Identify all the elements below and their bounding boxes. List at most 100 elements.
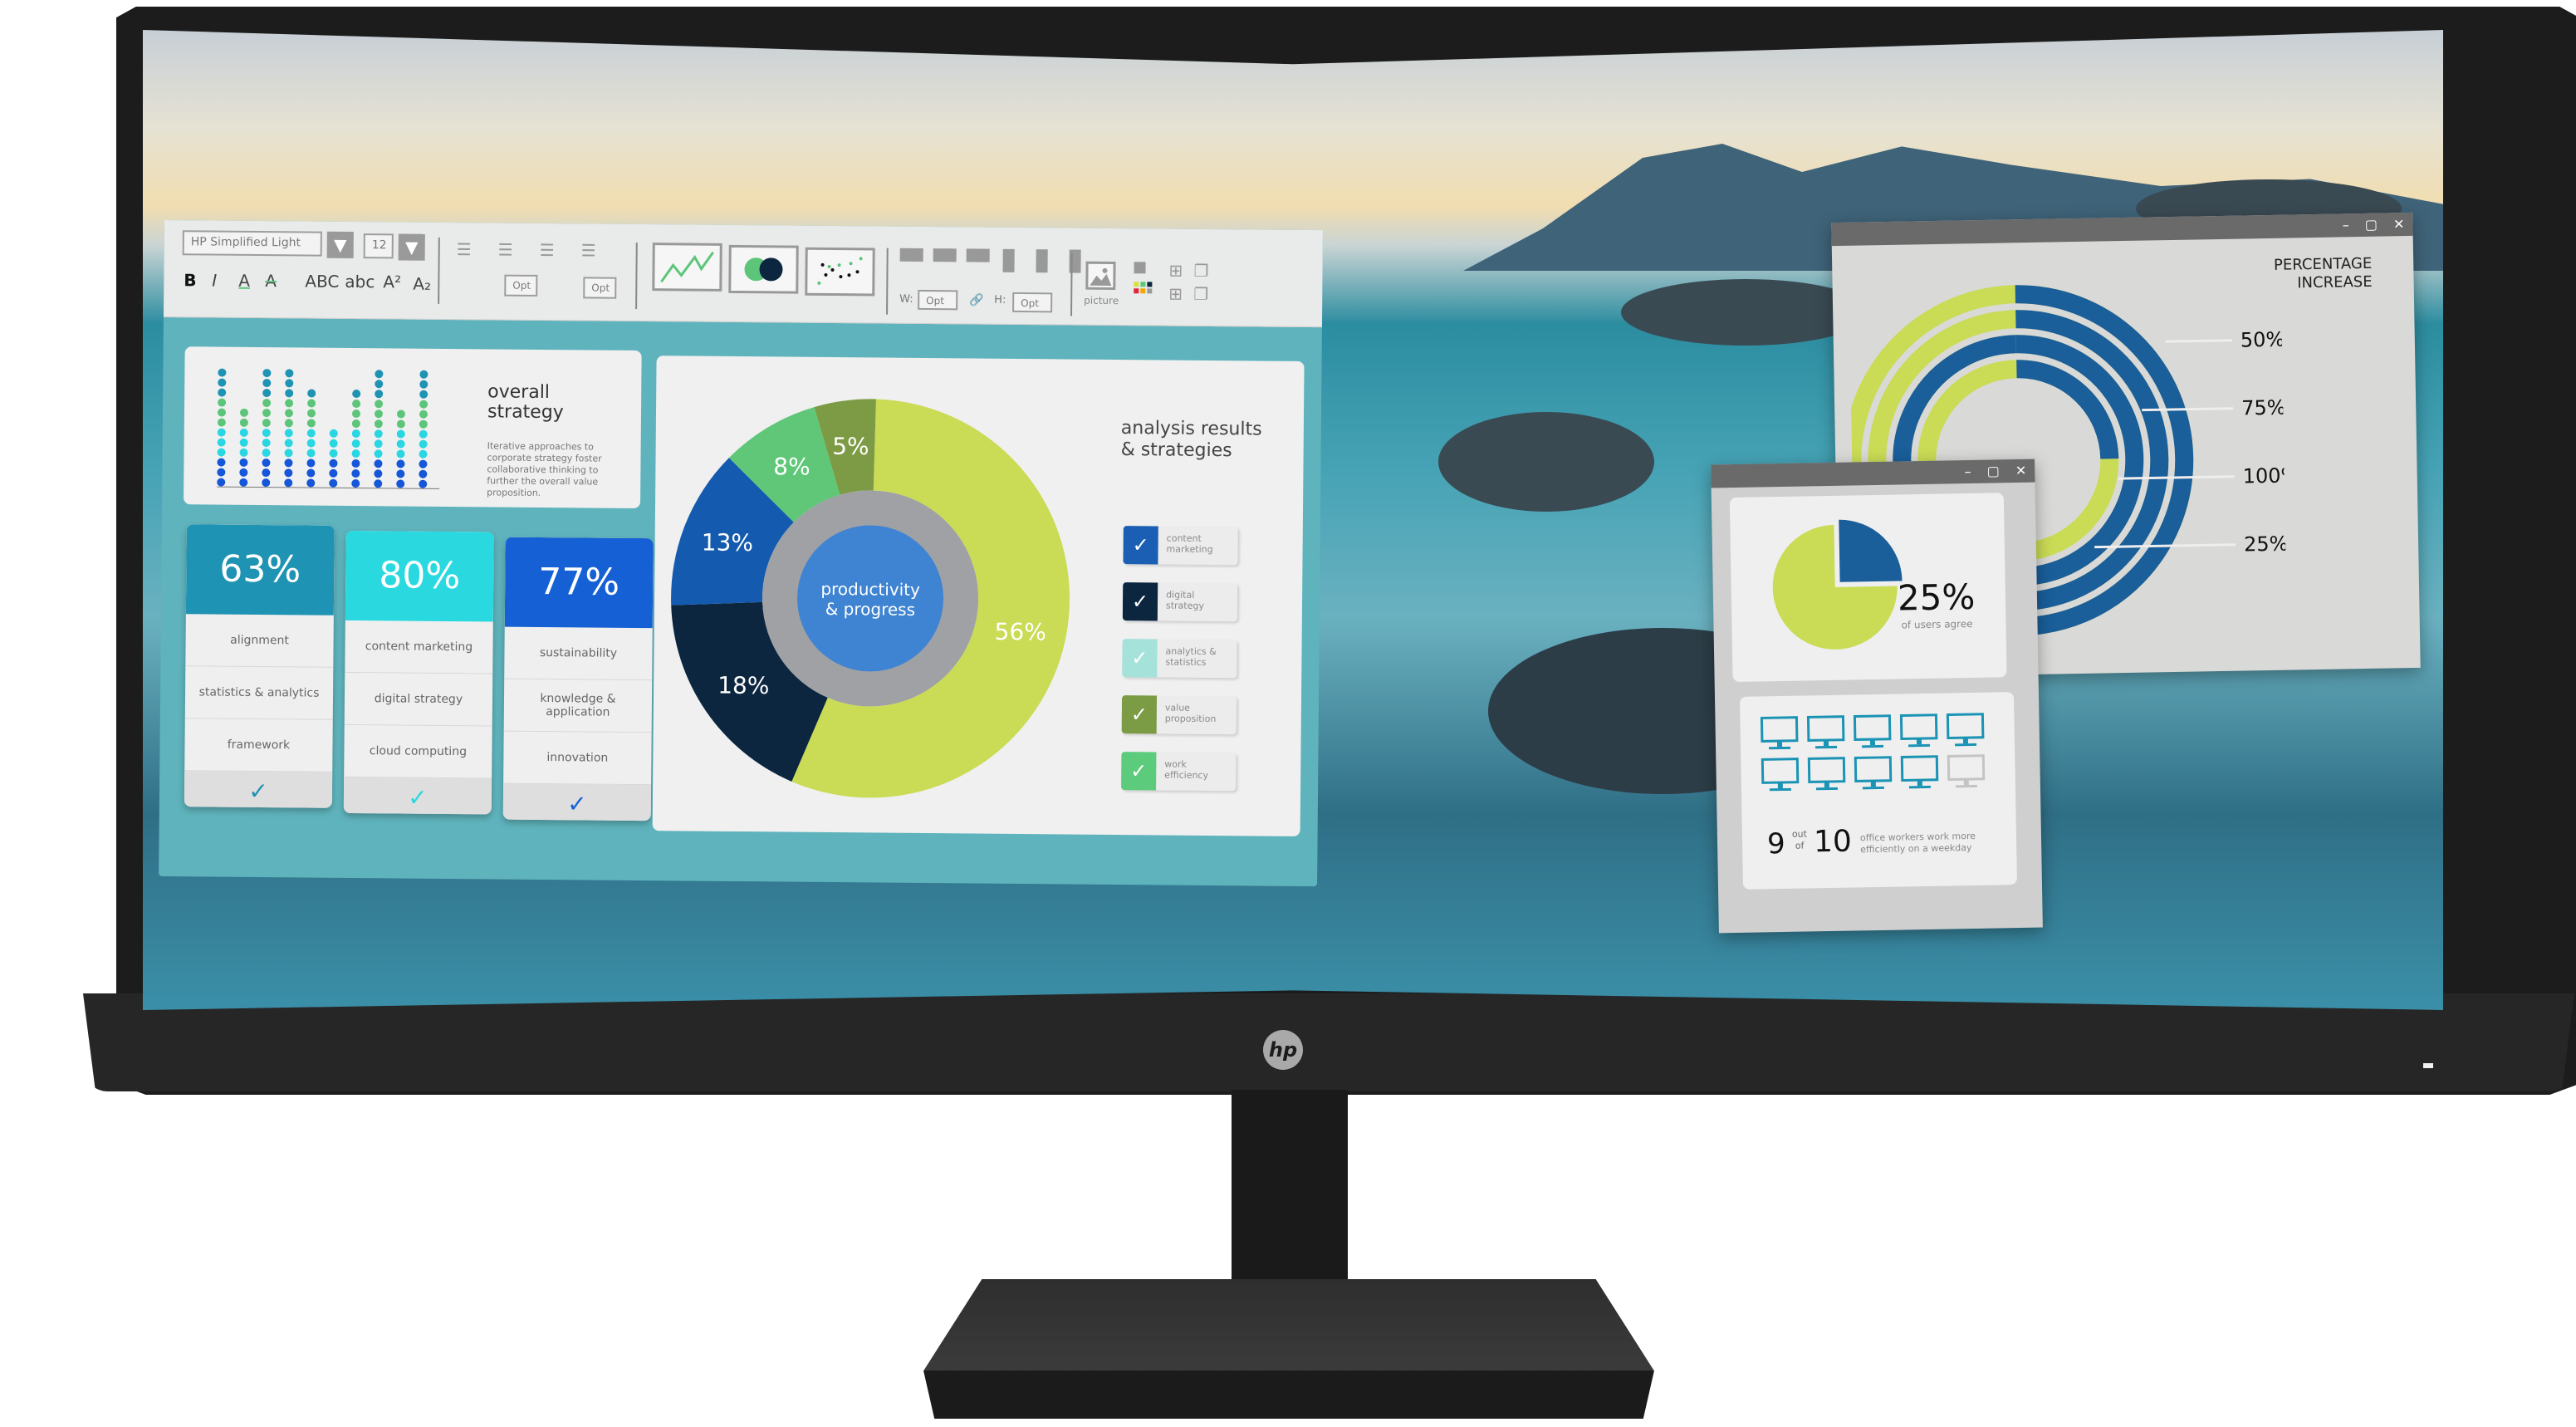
dot-chart-mark (419, 479, 428, 488)
table-grid-large-icon[interactable]: ⊞ (1168, 284, 1183, 304)
stat-card-item: innovation (503, 731, 652, 786)
align-center-icon[interactable]: ☰ (498, 240, 513, 260)
strategy-title-line2: strategy (487, 401, 564, 424)
dot-chart-mark (351, 439, 360, 449)
dot-chart-mark (375, 380, 384, 389)
align-top-icon[interactable] (899, 248, 923, 262)
lock-ratio-icon[interactable]: 🔗 (969, 293, 984, 306)
font-name-field[interactable]: HP Simplified Light (182, 230, 322, 257)
power-led-icon[interactable] (2423, 1063, 2433, 1068)
dot-chart-mark (262, 369, 272, 378)
dot-chart-mark (374, 479, 383, 488)
dot-chart-mark (306, 459, 316, 468)
width-field[interactable]: Opt (918, 289, 958, 311)
venn-chart-icon[interactable] (728, 244, 799, 294)
color-palette-icon[interactable] (1134, 262, 1153, 295)
window-titlebar: – ▢ ✕ (1711, 459, 2035, 488)
dot-chart-mark (396, 469, 405, 478)
maximize-icon[interactable]: ▢ (2365, 213, 2378, 237)
percentage-title-line1: PERCENTAGE (2273, 254, 2373, 274)
productivity-donut-chart: 56% 18% 13% 8% 5% productivity& progress (671, 399, 1070, 798)
monitor-icon-active (1900, 755, 1939, 791)
font-size-field[interactable]: 12 (363, 233, 394, 259)
dot-chart-mark (239, 408, 249, 417)
layers-icon[interactable]: ❐ (1193, 261, 1208, 281)
analysis-title-line1: analysis results (1120, 418, 1262, 440)
dot-chart-mark (419, 409, 429, 419)
checkmark-icon[interactable]: ✓ (184, 771, 333, 808)
checkbox-checked-icon[interactable]: ✓ (1122, 639, 1158, 678)
dot-chart-mark (351, 468, 360, 478)
dot-chart-mark (419, 459, 428, 468)
formatting-toolbar: HP Simplified Light ▼ 12 ▼ B I A A ABC a… (163, 220, 1323, 328)
subscript-button[interactable]: A₂ (413, 274, 431, 294)
align-center-object-icon[interactable] (1036, 249, 1048, 273)
line-chart-icon[interactable] (652, 243, 722, 292)
indent-right-field[interactable]: Opt (583, 277, 617, 299)
workers-out-of: out of (1791, 828, 1808, 851)
dot-chart-mark (329, 459, 338, 468)
superscript-button[interactable]: A² (383, 272, 401, 292)
analysis-panel: 56% 18% 13% 8% 5% productivity & progress anal… (652, 356, 1305, 836)
dot-chart-mark (352, 389, 361, 399)
checkmark-icon[interactable]: ✓ (502, 783, 652, 821)
height-label: H: (994, 293, 1006, 306)
checkbox-checked-icon[interactable]: ✓ (1121, 752, 1157, 791)
monitor-icon-active (1854, 756, 1893, 792)
scatter-chart-icon[interactable] (805, 247, 875, 297)
close-icon[interactable]: ✕ (2393, 213, 2405, 236)
align-middle-icon[interactable] (933, 248, 957, 262)
picture-icon[interactable] (1085, 261, 1116, 290)
checkbox-checked-icon[interactable]: ✓ (1122, 582, 1158, 621)
dot-chart-mark (239, 428, 248, 437)
width-label: W: (899, 292, 913, 306)
dot-chart-mark (284, 439, 293, 448)
checklist-item[interactable]: ✓ work efficiency (1121, 752, 1237, 792)
dot-chart-mark (307, 389, 316, 398)
minimize-icon[interactable]: – (2342, 213, 2349, 237)
font-name-dropdown[interactable]: ▼ (326, 231, 354, 258)
align-left-object-icon[interactable] (1002, 248, 1015, 272)
bold-button[interactable]: B (184, 270, 196, 290)
dot-chart-mark (284, 468, 293, 478)
donut-slice-label: 56% (994, 618, 1046, 646)
checkbox-checked-icon[interactable]: ✓ (1123, 526, 1158, 565)
checklist-item[interactable]: ✓ value proposition (1121, 695, 1237, 735)
align-right-icon[interactable]: ☰ (540, 240, 555, 260)
height-field[interactable]: Opt (1012, 292, 1053, 313)
dot-chart-mark (239, 438, 248, 447)
align-bottom-icon[interactable] (966, 248, 990, 262)
dot-chart-mark (284, 478, 293, 488)
workers-total: 10 (1813, 824, 1853, 860)
strikethrough-button[interactable]: A (265, 271, 277, 291)
font-size-dropdown[interactable]: ▼ (398, 233, 425, 261)
uppercase-button[interactable]: ABC (305, 271, 339, 291)
maximize-icon[interactable]: ▢ (1986, 459, 2000, 483)
align-justify-icon[interactable]: ☰ (581, 240, 596, 260)
checkbox-checked-icon[interactable]: ✓ (1121, 695, 1158, 734)
underline-button[interactable]: A (238, 271, 250, 291)
dot-chart-mark (306, 419, 316, 428)
dot-chart-mark (351, 419, 360, 429)
dot-chart-mark (374, 449, 383, 459)
checklist-item[interactable]: ✓ analytics & statistics (1122, 639, 1237, 679)
layers-stack-icon[interactable]: ❐ (1193, 284, 1208, 304)
checkmark-icon[interactable]: ✓ (343, 777, 492, 815)
dot-chart-mark (217, 418, 226, 427)
minimize-icon[interactable]: – (1964, 460, 1971, 483)
close-icon[interactable]: ✕ (2015, 459, 2027, 483)
checklist-item[interactable]: ✓ digital strategy (1122, 582, 1238, 622)
dot-chart-mark (374, 429, 383, 439)
dot-chart-mark (351, 429, 360, 439)
italic-button[interactable]: I (212, 271, 217, 291)
checklist-item[interactable]: ✓ content marketing (1123, 526, 1238, 566)
table-grid-icon[interactable]: ⊞ (1168, 261, 1183, 281)
workers-caption: office workers work more efficiently on a… (1859, 830, 1976, 856)
indent-left-field[interactable]: Opt (504, 274, 538, 297)
lowercase-button[interactable]: abc (345, 272, 375, 292)
checklist-label: content marketing (1166, 532, 1213, 556)
dot-chart-mark (396, 419, 405, 429)
align-left-icon[interactable]: ☰ (457, 239, 472, 259)
dot-chart-mark (284, 429, 293, 438)
dot-chart-mark (217, 468, 226, 477)
